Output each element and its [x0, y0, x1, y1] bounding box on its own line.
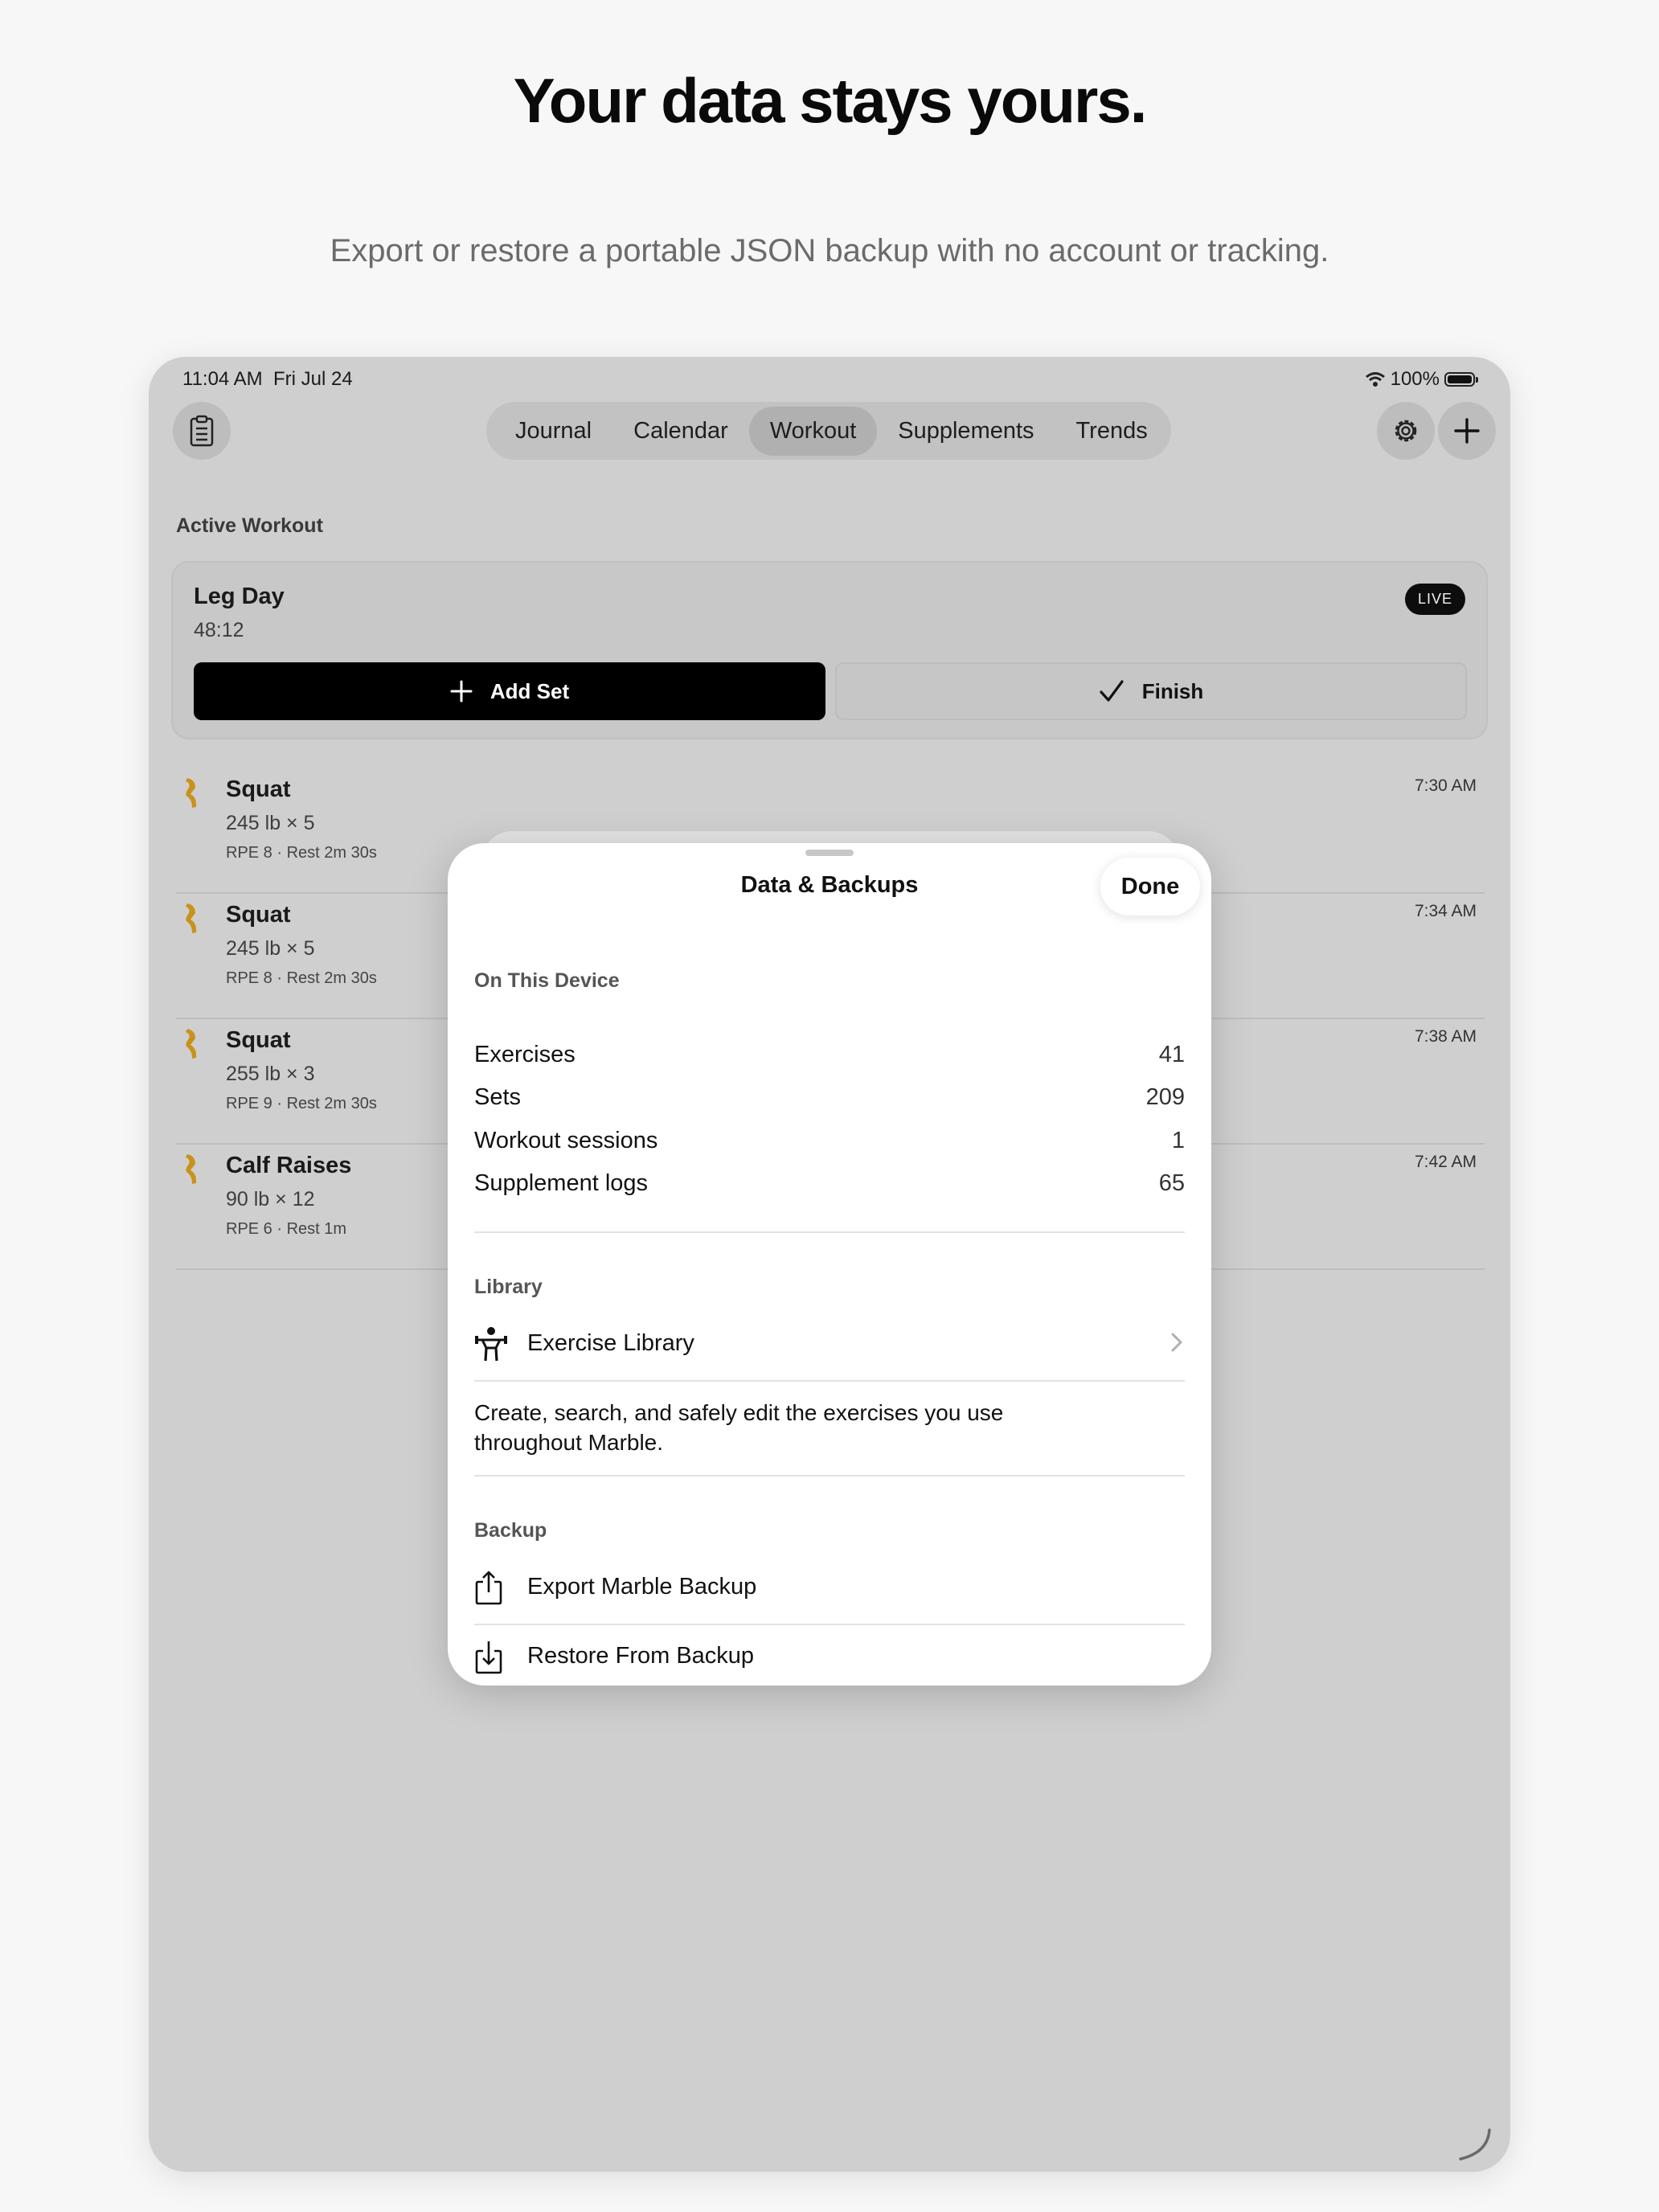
settings-button[interactable] — [1377, 402, 1435, 460]
leg-icon — [186, 1154, 197, 1184]
set-weight-reps: 90 lb × 12 — [226, 1188, 315, 1210]
library-description: Create, search, and safely edit the exer… — [474, 1400, 1004, 1455]
chevron-right-icon — [1171, 1333, 1182, 1352]
tab-calendar[interactable]: Calendar — [612, 407, 749, 456]
plus-icon — [1454, 418, 1480, 444]
set-meta: RPE 9 · Rest 2m 30s — [226, 1095, 377, 1112]
headline: Your data stays yours. — [513, 65, 1148, 136]
workout-name: Leg Day — [194, 584, 285, 609]
device-section-header: On This Device — [474, 969, 620, 992]
set-time: 7:30 AM — [1414, 776, 1477, 795]
status-clock: 11:04 AM — [182, 368, 263, 390]
clipboard-button[interactable] — [173, 402, 231, 460]
stat-value: 209 — [1145, 1084, 1185, 1110]
set-weight-reps: 245 lb × 5 — [226, 812, 315, 834]
share-export-icon — [475, 1571, 502, 1605]
sheet-grabber[interactable] — [805, 850, 854, 856]
set-weight-reps: 255 lb × 3 — [226, 1063, 315, 1085]
gear-icon — [1395, 420, 1417, 442]
stat-row-sessions: Workout sessions 1 — [474, 1128, 1185, 1154]
divider — [474, 1475, 1185, 1477]
restore-backup-label: Restore From Backup — [527, 1643, 755, 1669]
add-set-label: Add Set — [490, 678, 570, 703]
resize-handle-icon — [1459, 2128, 1491, 2161]
stat-value: 65 — [1158, 1170, 1185, 1196]
restore-backup-button[interactable]: Restore From Backup — [474, 1635, 1185, 1683]
done-button[interactable]: Done — [1100, 858, 1200, 916]
stat-label: Supplement logs — [474, 1170, 649, 1196]
export-backup-button[interactable]: Export Marble Backup — [474, 1566, 1185, 1614]
leg-icon — [186, 903, 197, 933]
section-title: Active Workout — [176, 514, 323, 537]
leg-icon — [186, 1029, 197, 1059]
stat-row-exercises: Exercises 41 — [474, 1042, 1185, 1068]
add-set-button[interactable]: Add Set — [194, 662, 825, 720]
divider — [474, 1231, 1185, 1233]
stat-row-sets: Sets 209 — [474, 1084, 1185, 1111]
leg-icon — [186, 778, 197, 808]
set-meta: RPE 8 · Rest 2m 30s — [226, 844, 377, 862]
set-time: 7:34 AM — [1414, 902, 1477, 920]
add-button[interactable] — [1438, 402, 1496, 460]
stat-value: 1 — [1171, 1128, 1185, 1153]
stat-label: Exercises — [474, 1042, 576, 1067]
set-meta: RPE 8 · Rest 2m 30s — [226, 969, 377, 987]
exercise-name: Squat — [226, 776, 291, 802]
stat-value: 41 — [1158, 1042, 1185, 1067]
tab-supplements[interactable]: Supplements — [877, 407, 1055, 456]
library-section-header: Library — [474, 1276, 543, 1298]
stat-label: Sets — [474, 1084, 522, 1110]
set-time: 7:38 AM — [1414, 1027, 1477, 1046]
stat-row-supplement-logs: Supplement logs 65 — [474, 1170, 1185, 1197]
divider — [474, 1624, 1185, 1625]
battery-icon — [1444, 372, 1478, 387]
set-meta: RPE 6 · Rest 1m — [226, 1220, 347, 1238]
exercise-name: Squat — [226, 902, 291, 928]
export-backup-label: Export Marble Backup — [527, 1574, 757, 1600]
divider — [474, 1380, 1185, 1382]
status-time: 11:04 AM Fri Jul 24 — [182, 368, 353, 391]
tab-journal[interactable]: Journal — [494, 407, 612, 456]
workout-elapsed: 48:12 — [194, 619, 244, 641]
set-time: 7:42 AM — [1414, 1153, 1477, 1171]
wifi-icon — [1365, 372, 1385, 387]
data-backups-sheet: Data & Backups Done On This Device Exerc… — [448, 843, 1211, 1686]
checkmark-icon — [1100, 680, 1124, 702]
exercise-name: Calf Raises — [226, 1153, 352, 1178]
sheet-title: Data & Backups — [740, 872, 919, 898]
backup-section-header: Backup — [474, 1519, 547, 1542]
subline: Export or restore a portable JSON backup… — [330, 233, 1329, 268]
finish-label: Finish — [1141, 678, 1204, 703]
tab-workout[interactable]: Workout — [748, 406, 878, 456]
plus-icon — [450, 680, 473, 703]
exercise-name: Squat — [226, 1027, 291, 1053]
exercise-library-link[interactable]: Exercise Library — [474, 1322, 1185, 1370]
finish-button[interactable]: Finish — [835, 662, 1467, 720]
stat-label: Workout sessions — [474, 1128, 658, 1153]
tab-trends[interactable]: Trends — [1055, 407, 1169, 456]
restore-import-icon — [475, 1641, 502, 1674]
weightlifter-icon — [475, 1327, 507, 1362]
active-workout-card: Leg Day 48:12 LIVE Add Set Finish — [171, 561, 1488, 739]
clipboard-icon — [190, 415, 214, 447]
battery-percent: 100% — [1390, 368, 1440, 390]
set-weight-reps: 245 lb × 5 — [226, 937, 315, 960]
live-badge: LIVE — [1404, 584, 1465, 615]
tab-bar: Journal Calendar Workout Supplements Tre… — [486, 402, 1171, 460]
status-date: Fri Jul 24 — [272, 368, 353, 390]
exercise-library-label: Exercise Library — [527, 1330, 694, 1356]
status-indicators: 100% — [1365, 368, 1478, 391]
